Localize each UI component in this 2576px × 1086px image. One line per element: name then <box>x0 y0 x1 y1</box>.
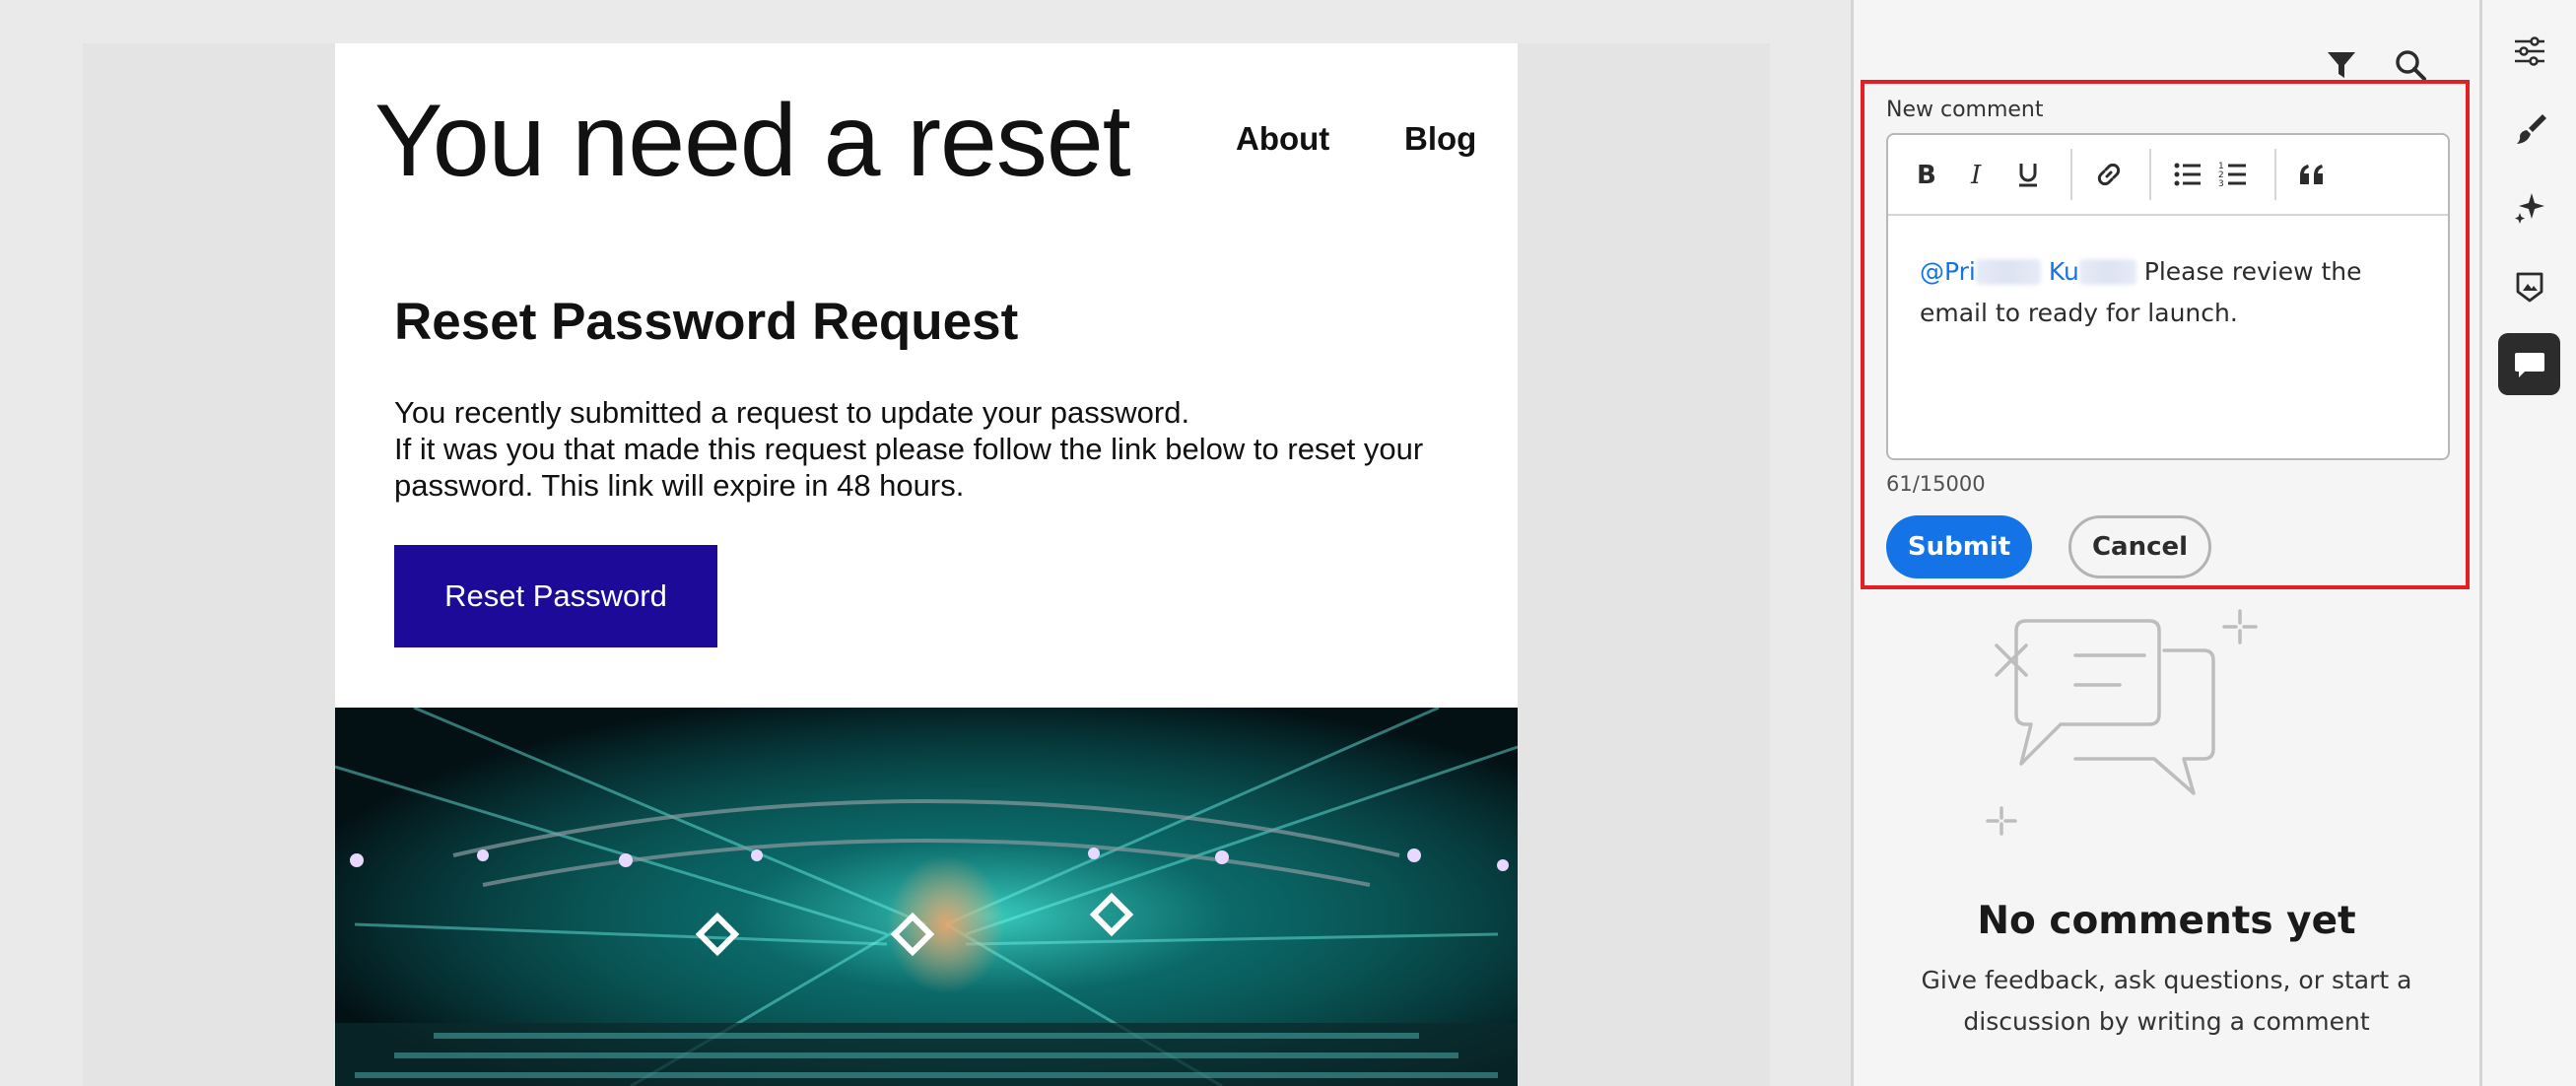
quote-icon[interactable] <box>2293 155 2333 194</box>
svg-text:I: I <box>1970 161 1982 188</box>
canvas-area: You need a reset About Blog Reset Passwo… <box>0 0 1851 1086</box>
mention-tag: @Pri Ku <box>1920 257 2136 286</box>
underline-icon[interactable] <box>2008 155 2048 194</box>
redacted-text <box>1975 259 2041 285</box>
tool-rail <box>2482 0 2576 1086</box>
toolbar-separator <box>2070 149 2072 200</box>
empty-state-title: No comments yet <box>1977 899 2356 943</box>
no-comments-illustration <box>1986 609 2258 836</box>
email-nav-about[interactable]: About <box>1236 120 1329 158</box>
toolbar-separator <box>2149 149 2151 200</box>
image-icon[interactable] <box>2498 254 2560 316</box>
concert-hero-image <box>335 708 1518 1086</box>
submit-button[interactable]: Submit <box>1886 515 2032 578</box>
comment-icon[interactable] <box>2498 333 2560 395</box>
brush-icon[interactable] <box>2498 98 2560 160</box>
svg-text:3: 3 <box>2218 179 2224 189</box>
character-count: 61/15000 <box>1886 472 1986 496</box>
email-brand-title: You need a reset <box>374 84 1131 198</box>
search-icon[interactable] <box>2391 45 2430 85</box>
comments-panel: New comment B I 1 2 3 @Pri Ku Please rev… <box>1854 0 2479 1086</box>
email-heading: Reset Password Request <box>394 293 1019 351</box>
reset-password-button[interactable]: Reset Password <box>394 545 717 647</box>
new-comment-label: New comment <box>1886 98 2044 122</box>
formatting-toolbar: B I 123 <box>1888 135 2448 216</box>
email-body-line: You recently submitted a request to upda… <box>394 395 1190 430</box>
sparkle-icon[interactable] <box>2498 175 2560 238</box>
bold-icon[interactable]: B <box>1906 155 1945 194</box>
comment-text[interactable]: @Pri Ku Please review the email to ready… <box>1920 251 2422 334</box>
email-preview[interactable]: You need a reset About Blog Reset Passwo… <box>335 43 1518 1086</box>
bulleted-list-icon[interactable] <box>2168 155 2207 194</box>
settings-sliders-icon[interactable] <box>2498 20 2560 82</box>
email-nav-blog[interactable]: Blog <box>1404 120 1476 158</box>
svg-text:B: B <box>1917 161 1936 188</box>
new-comment-form: New comment B I 1 2 3 @Pri Ku Please rev… <box>1861 80 2470 589</box>
cancel-button[interactable]: Cancel <box>2068 515 2211 578</box>
mention-first-name: @Pri <box>1920 257 1976 286</box>
redacted-text <box>2078 259 2136 285</box>
italic-icon[interactable]: I <box>1957 155 1997 194</box>
email-body-line: If it was you that made this request ple… <box>394 432 1424 503</box>
link-icon[interactable] <box>2089 155 2129 194</box>
comment-editor[interactable]: B I 123 @Pri Ku Please review the email … <box>1886 133 2450 460</box>
numbered-list-icon[interactable]: 123 <box>2213 155 2253 194</box>
empty-state-subtitle: Give feedback, ask questions, or start a… <box>1921 966 2412 1036</box>
mention-last-name: Ku <box>2048 257 2079 286</box>
toolbar-separator <box>2274 149 2276 200</box>
filter-icon[interactable] <box>2322 45 2361 85</box>
email-body: You recently submitted a request to upda… <box>394 394 1478 504</box>
